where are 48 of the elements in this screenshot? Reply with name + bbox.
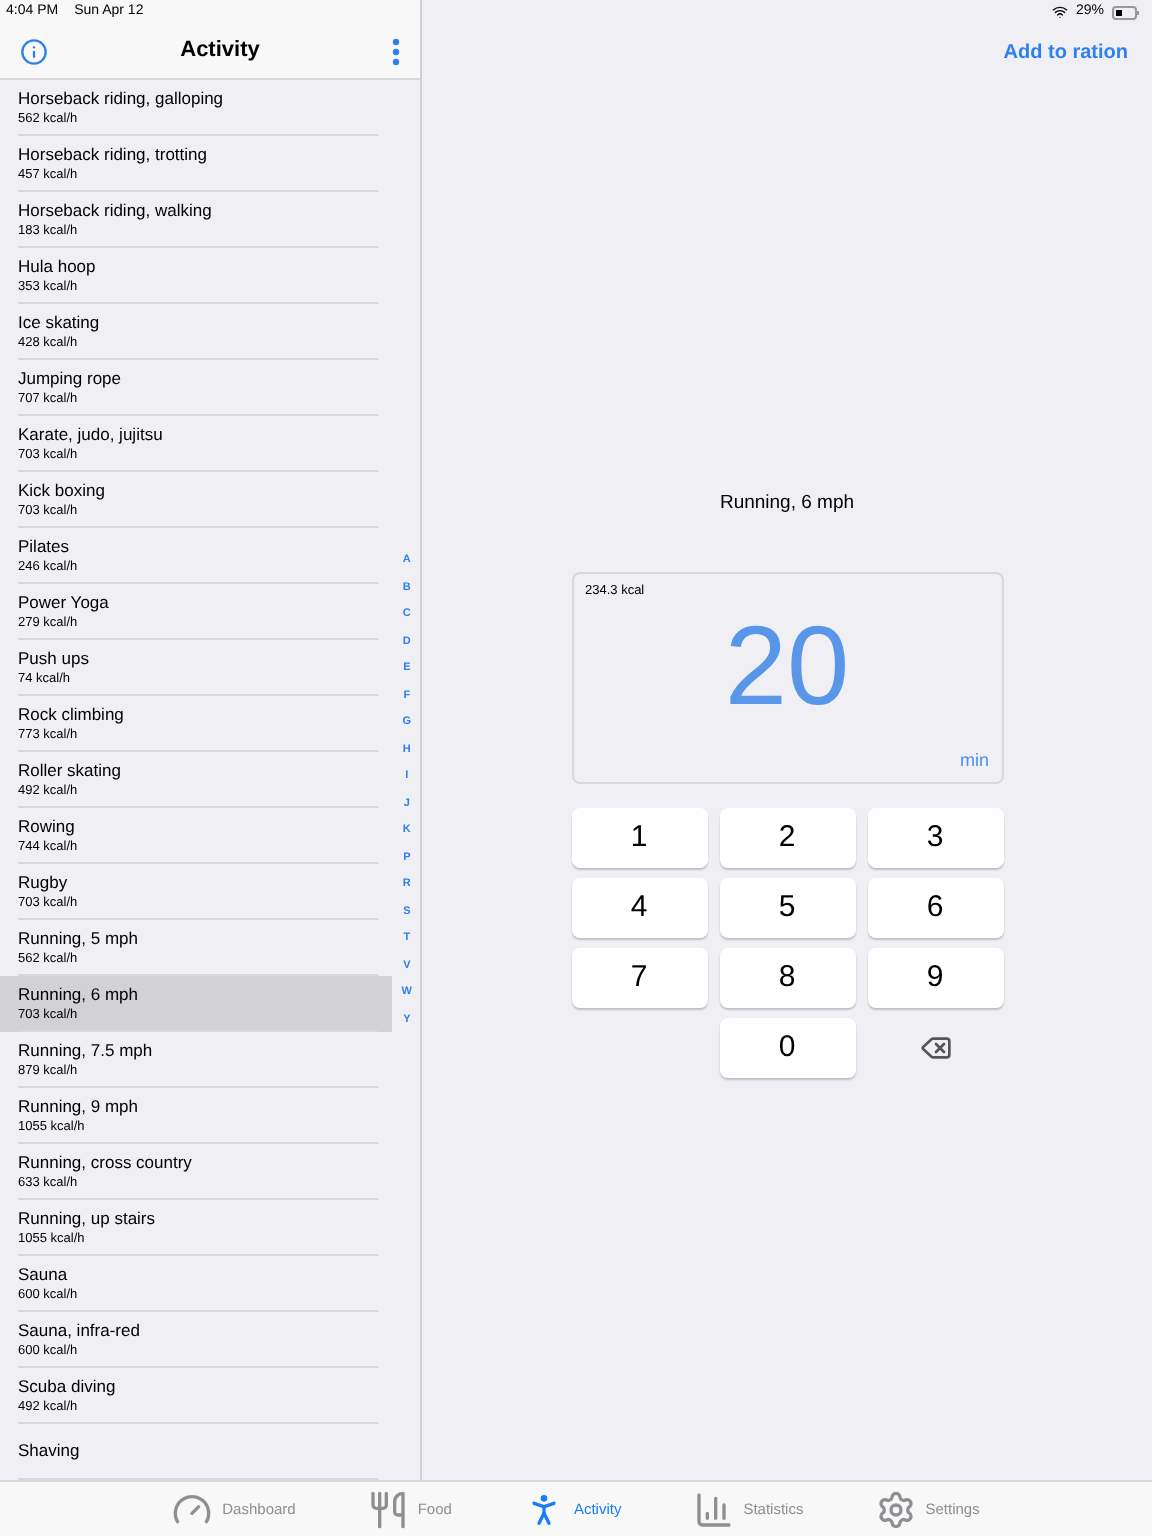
backspace-icon — [919, 1032, 951, 1065]
activity-name: Running, 9 mph — [18, 1095, 141, 1117]
activity-name: Sauna — [18, 1263, 70, 1285]
activity-name: Sauna, infra-red — [18, 1319, 142, 1341]
header-title: Activity — [180, 36, 260, 67]
keypad-key[interactable]: 4 — [571, 878, 707, 939]
activity-name: Horseback riding, galloping — [18, 87, 226, 109]
info-icon[interactable] — [20, 37, 48, 65]
keypad-key[interactable]: 1 — [571, 808, 707, 869]
keypad-key[interactable]: 0 — [719, 1018, 855, 1079]
keypad-key[interactable]: 5 — [719, 878, 855, 939]
activity-name: Rugby — [18, 871, 70, 893]
wifi-icon — [1051, 4, 1068, 20]
settings-icon — [875, 1489, 916, 1529]
activity-name: Horseback riding, walking — [18, 199, 214, 221]
activity-name: Scuba diving — [18, 1375, 118, 1397]
keypad-key[interactable]: 7 — [571, 948, 707, 1009]
activity-name: Roller skating — [18, 759, 123, 781]
keypad-key[interactable]: 6 — [867, 878, 1003, 939]
keypad-key[interactable]: 8 — [719, 948, 855, 1009]
activity-name: Jumping rope — [18, 367, 124, 389]
activity-title: Running, 6 mph — [719, 490, 855, 518]
battery-icon — [1112, 5, 1140, 19]
activity-name: Hula hoop — [18, 255, 98, 277]
activity-name: Running, 5 mph — [18, 927, 141, 949]
activity-name: Running, cross country — [18, 1151, 194, 1173]
activity-name: Push ups — [18, 647, 91, 669]
bar-chart-icon — [693, 1489, 734, 1529]
activity-name: Running, 6 mph — [18, 983, 141, 1005]
keypad-key[interactable]: 3 — [867, 808, 1003, 869]
duration-unit: min — [959, 747, 989, 774]
activity-name: Karate, judo, jujitsu — [18, 423, 165, 445]
activity-name: Running, up stairs — [18, 1207, 158, 1229]
activity-name: Ice skating — [18, 311, 102, 333]
activity-name: Rowing — [18, 815, 77, 837]
activity-name: Shaving — [18, 1440, 82, 1462]
activity-name: Pilates — [18, 535, 72, 557]
activity-name: Running, 7.5 mph — [18, 1039, 155, 1061]
activity-name: Rock climbing — [18, 703, 126, 725]
more-icon[interactable] — [392, 37, 400, 65]
activity-name: Kick boxing — [18, 479, 107, 501]
duration-value: 20 — [724, 606, 850, 726]
fork-knife-icon — [367, 1489, 408, 1529]
keypad-key[interactable]: 2 — [719, 808, 855, 869]
activity-name: Power Yoga — [18, 591, 111, 613]
activity-name: Horseback riding, trotting — [18, 143, 209, 165]
keypad-key[interactable]: 9 — [867, 948, 1003, 1009]
gauge-icon — [172, 1489, 213, 1529]
